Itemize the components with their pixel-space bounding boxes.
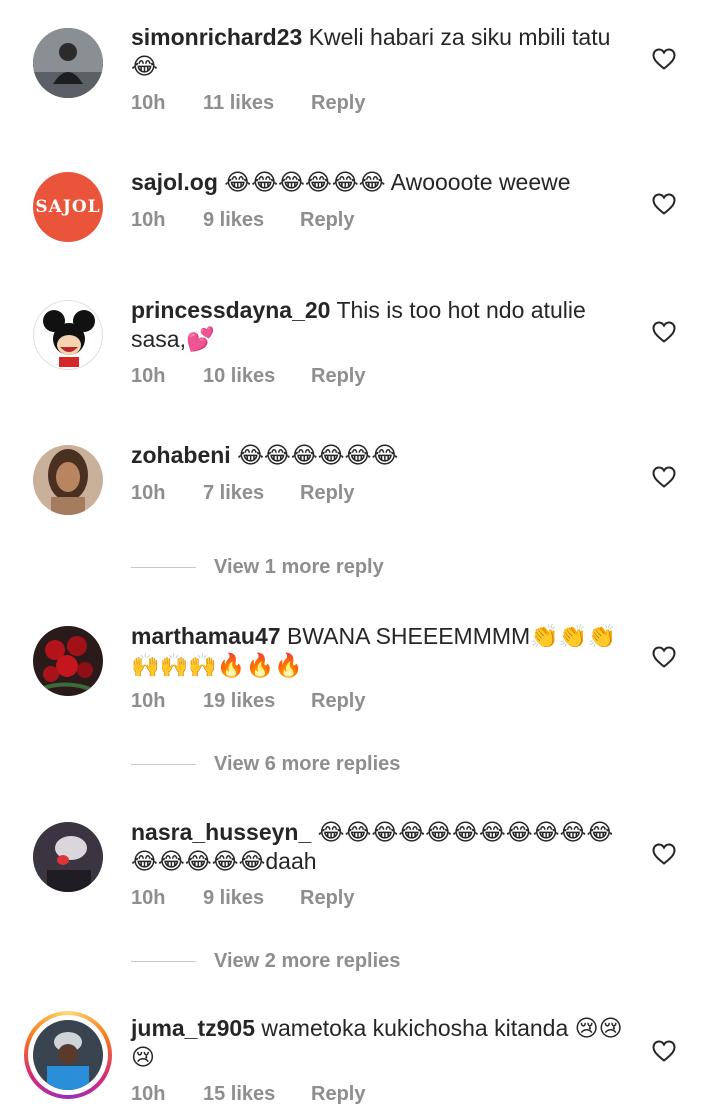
- comment-likes[interactable]: 9 likes: [203, 209, 300, 232]
- reply-button[interactable]: Reply: [300, 209, 354, 232]
- divider: [131, 961, 196, 962]
- comment-body: 😂😂😂😂😂😂: [237, 442, 399, 468]
- comment-meta: 10h 7 likes Reply: [131, 482, 354, 505]
- heart-outline-icon[interactable]: [652, 843, 676, 865]
- avatar[interactable]: [33, 822, 103, 892]
- comment-text: nasra_husseyn_ 😂😂😂😂😂😂😂😂😂😂😂😂😂😂😂😂daah: [131, 818, 631, 876]
- reply-button[interactable]: Reply: [311, 1083, 365, 1106]
- reply-button[interactable]: Reply: [311, 92, 365, 115]
- comment-likes[interactable]: 11 likes: [203, 92, 311, 115]
- avatar[interactable]: [33, 445, 103, 515]
- comment-likes[interactable]: 10 likes: [203, 365, 311, 388]
- comment-meta: 10h 19 likes Reply: [131, 690, 365, 713]
- comment-time: 10h: [131, 690, 166, 712]
- comment-meta: 10h 9 likes Reply: [131, 209, 354, 232]
- comment-time: 10h: [131, 482, 166, 504]
- comment-likes[interactable]: 15 likes: [203, 1083, 311, 1106]
- comment-meta: 10h 9 likes Reply: [131, 887, 354, 910]
- comment-username[interactable]: simonrichard23: [131, 24, 302, 50]
- avatar: [33, 1020, 103, 1090]
- comment-username[interactable]: marthamau47: [131, 623, 281, 649]
- comment-text: juma_tz905 wametoka kukichosha kitanda 😢…: [131, 1014, 631, 1072]
- comment-likes[interactable]: 7 likes: [203, 482, 300, 505]
- avatar[interactable]: [33, 28, 103, 98]
- comment-text: sajol.og 😂😂😂😂😂😂 Awoooote weewe: [131, 168, 631, 197]
- view-more-replies-button[interactable]: View 6 more replies: [131, 753, 400, 776]
- comment-time: 10h: [131, 887, 166, 909]
- heart-outline-icon[interactable]: [652, 321, 676, 343]
- view-more-replies-button[interactable]: View 2 more replies: [131, 950, 400, 973]
- heart-outline-icon[interactable]: [652, 466, 676, 488]
- comment-likes[interactable]: 9 likes: [203, 887, 300, 910]
- view-more-label: View 1 more reply: [214, 556, 384, 578]
- comment-text: marthamau47 BWANA SHEEEMMMM👏👏👏🙌🙌🙌🔥🔥🔥: [131, 622, 631, 680]
- comment-time: 10h: [131, 92, 166, 114]
- heart-outline-icon[interactable]: [652, 1040, 676, 1062]
- comment-time: 10h: [131, 1083, 166, 1105]
- view-more-label: View 6 more replies: [214, 753, 401, 775]
- comment-time: 10h: [131, 209, 166, 231]
- avatar-logo-text: SAJOL: [35, 197, 101, 217]
- comment-username[interactable]: sajol.og: [131, 169, 218, 195]
- avatar[interactable]: SAJOL: [33, 172, 103, 242]
- comment-username[interactable]: juma_tz905: [131, 1015, 255, 1041]
- comment-meta: 10h 11 likes Reply: [131, 92, 365, 115]
- reply-button[interactable]: Reply: [311, 690, 365, 713]
- comment-username[interactable]: zohabeni: [131, 442, 231, 468]
- comment-text: zohabeni 😂😂😂😂😂😂: [131, 441, 631, 470]
- divider: [131, 567, 196, 568]
- avatar[interactable]: [33, 626, 103, 696]
- heart-outline-icon[interactable]: [652, 193, 676, 215]
- comment-username[interactable]: princessdayna_20: [131, 297, 330, 323]
- comment-text: princessdayna_20 This is too hot ndo atu…: [131, 296, 631, 354]
- comment-meta: 10h 10 likes Reply: [131, 365, 365, 388]
- reply-button[interactable]: Reply: [311, 365, 365, 388]
- view-more-label: View 2 more replies: [214, 950, 401, 972]
- comment-time: 10h: [131, 365, 166, 387]
- view-more-replies-button[interactable]: View 1 more reply: [131, 556, 384, 579]
- reply-button[interactable]: Reply: [300, 887, 354, 910]
- comment-text: simonrichard23 Kweli habari za siku mbil…: [131, 23, 631, 81]
- comment-body: 😂😂😂😂😂😂 Awoooote weewe: [224, 169, 571, 195]
- comment-likes[interactable]: 19 likes: [203, 690, 311, 713]
- heart-outline-icon[interactable]: [652, 48, 676, 70]
- story-ring[interactable]: [24, 1011, 112, 1099]
- avatar[interactable]: [33, 300, 103, 370]
- comment-username[interactable]: nasra_husseyn_: [131, 819, 311, 845]
- divider: [131, 764, 196, 765]
- comment-meta: 10h 15 likes Reply: [131, 1083, 365, 1106]
- heart-outline-icon[interactable]: [652, 646, 676, 668]
- reply-button[interactable]: Reply: [300, 482, 354, 505]
